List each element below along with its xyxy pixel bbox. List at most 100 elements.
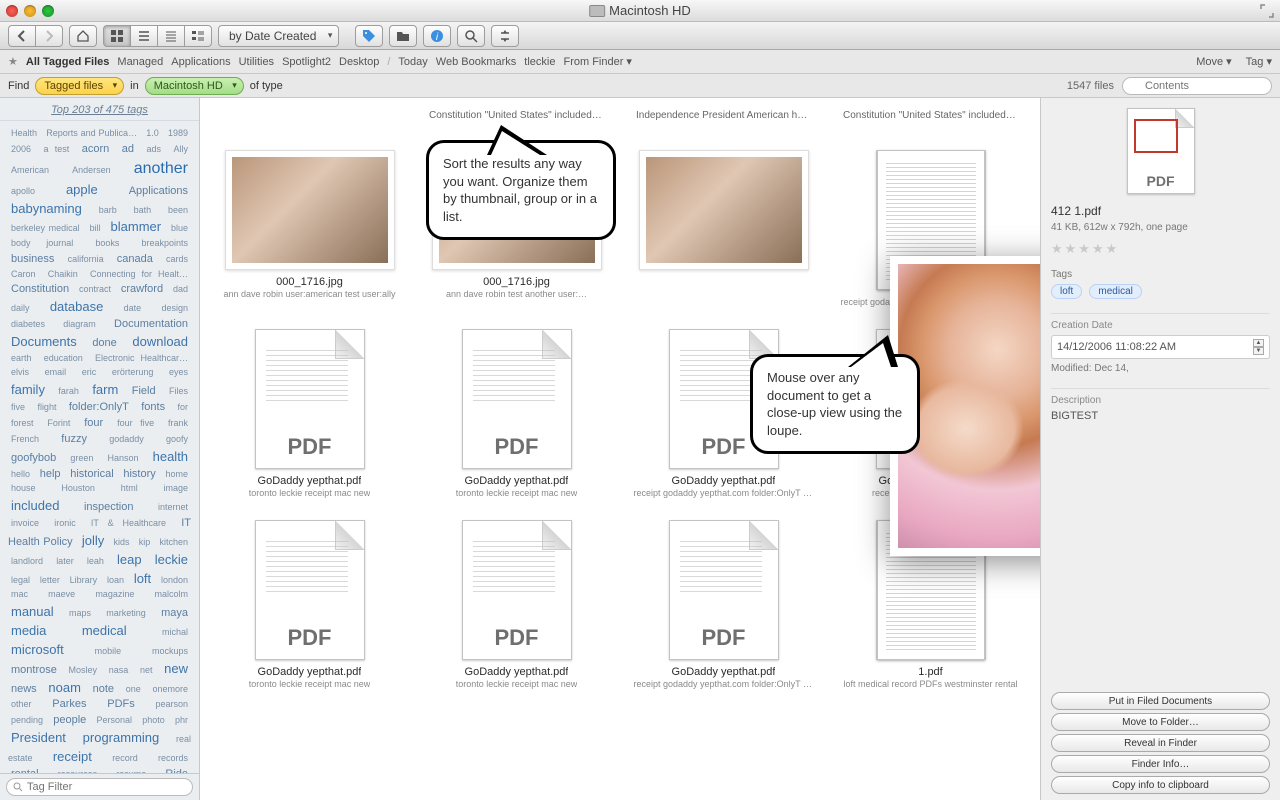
tag-item[interactable]: folder:OnlyT (69, 401, 129, 413)
tag-item[interactable]: Parkes (52, 698, 86, 710)
tag-item[interactable]: database (50, 299, 104, 314)
tag-item[interactable]: Houston (61, 483, 95, 493)
tag-chip[interactable]: loft (1051, 284, 1082, 299)
file-item[interactable]: PDFGoDaddy yepthat.pdftoronto leckie rec… (425, 329, 608, 498)
tag-item[interactable]: programming (83, 730, 160, 745)
sort-dropdown[interactable]: by Date Created (218, 25, 339, 47)
tag-item[interactable]: letter (40, 575, 60, 585)
tag-item[interactable]: noam (48, 680, 81, 695)
tag-item[interactable]: maps (69, 608, 91, 618)
loc-managed[interactable]: Managed (117, 56, 163, 68)
tag-item[interactable]: berkeley medical (11, 223, 80, 233)
tag-item[interactable]: hello (11, 469, 30, 479)
tag-item[interactable]: Connecting for Healt… (90, 269, 188, 279)
tag-item[interactable]: leckie (155, 552, 188, 567)
tag-item[interactable]: download (132, 334, 188, 349)
file-item[interactable]: PDFGoDaddy yepthat.pdftoronto leckie rec… (218, 329, 401, 498)
column-view-button[interactable] (157, 25, 184, 47)
loc-all-tagged[interactable]: All Tagged Files (26, 56, 110, 68)
tag-item[interactable]: done (92, 337, 116, 349)
tag-item[interactable]: phr (175, 715, 188, 725)
tag-item[interactable]: body journal (11, 238, 73, 248)
tag-item[interactable]: Library (70, 575, 98, 585)
tag-item[interactable]: Chaikin (48, 269, 78, 279)
tag-item[interactable]: record (112, 753, 138, 763)
tag-item[interactable]: flight (37, 402, 56, 412)
tag-item[interactable]: French (11, 434, 39, 444)
tag-item[interactable]: 1.0 (146, 128, 159, 138)
tag-item[interactable]: help (40, 468, 61, 480)
loc-spotlight2[interactable]: Spotlight2 (282, 56, 331, 68)
tag-item[interactable]: President (11, 730, 66, 745)
tag-item[interactable]: date (124, 303, 142, 313)
tag-item[interactable]: maya (161, 607, 188, 619)
tag-item[interactable]: been (168, 205, 188, 215)
tag-button[interactable] (355, 25, 383, 47)
tag-item[interactable]: marketing (106, 608, 146, 618)
loc-tleckie[interactable]: tleckie (524, 56, 555, 68)
tag-item[interactable]: kip (139, 537, 151, 547)
loc-desktop[interactable]: Desktop (339, 56, 379, 68)
info-button[interactable]: i (423, 25, 451, 47)
tag-item[interactable]: breakpoints (141, 238, 188, 248)
tag-item[interactable]: frank (168, 418, 188, 428)
inspector-action-button[interactable]: Finder Info… (1051, 755, 1270, 773)
tag-filter-input[interactable] (6, 778, 193, 796)
tag-item[interactable]: pending (11, 715, 43, 725)
tag-item[interactable]: farm (92, 382, 118, 397)
tag-item[interactable]: jolly (82, 533, 104, 548)
tag-item[interactable]: fonts (141, 401, 165, 413)
tag-item[interactable]: blue (171, 223, 188, 233)
tag-item[interactable]: microsoft (11, 642, 64, 657)
tag-item[interactable]: malcolm (154, 589, 188, 599)
tag-item[interactable]: leap (117, 552, 142, 567)
tag-item[interactable]: note (93, 683, 114, 695)
tag-item[interactable]: Documentation (114, 318, 188, 330)
tag-item[interactable]: 2006 (11, 144, 31, 154)
tag-item[interactable]: PDFs (107, 698, 135, 710)
tag-item[interactable]: blammer (111, 219, 162, 234)
tag-item[interactable]: landlord (11, 556, 43, 566)
tag-item[interactable]: ads (146, 144, 161, 154)
tag-chip[interactable]: medical (1089, 284, 1141, 299)
tag-item[interactable]: loft (134, 571, 151, 586)
tag-item[interactable]: four (84, 417, 103, 429)
tag-item[interactable]: Applications (129, 185, 188, 197)
tag-item[interactable]: family (11, 382, 45, 397)
tag-item[interactable]: historical (70, 468, 113, 480)
tag-item[interactable]: included (11, 498, 59, 513)
tag-item[interactable]: erörterung (112, 367, 154, 377)
tag-item[interactable]: goofy (166, 434, 188, 444)
tag-item[interactable]: kids (114, 537, 130, 547)
tag-item[interactable]: four five (117, 418, 154, 428)
close-window-button[interactable] (6, 5, 18, 17)
tag-item[interactable]: acorn (82, 143, 110, 155)
tag-item[interactable]: london (161, 575, 188, 585)
tag-item[interactable]: Caron (11, 269, 36, 279)
tag-item[interactable]: goofybob (11, 452, 56, 464)
tag-item[interactable]: bill (90, 223, 101, 233)
tag-item[interactable]: html (121, 483, 138, 493)
tag-item[interactable]: elvis (11, 367, 29, 377)
tag-item[interactable]: another (134, 160, 188, 177)
loc-fromfinder[interactable]: From Finder ▾ (563, 55, 631, 68)
find-pill-location[interactable]: Macintosh HD (145, 77, 244, 95)
home-button[interactable] (69, 25, 97, 47)
creation-date-field[interactable]: 14/12/2006 11:08:22 AM ▲▼ (1051, 335, 1270, 359)
tag-item[interactable]: Forint (47, 418, 70, 428)
inspector-action-button[interactable]: Reveal in Finder (1051, 734, 1270, 752)
inspector-action-button[interactable]: Put in Filed Documents (1051, 692, 1270, 710)
tag-item[interactable]: apple (66, 182, 98, 197)
tag-item[interactable]: godaddy (109, 434, 144, 444)
action-button[interactable] (491, 25, 519, 47)
tag-item[interactable]: diagram (63, 319, 96, 329)
tag-item[interactable]: Andersen (72, 165, 111, 175)
tag-item[interactable]: later (56, 556, 74, 566)
tag-item[interactable]: diabetes (11, 319, 45, 329)
date-stepper[interactable]: ▲▼ (1253, 339, 1264, 355)
tag-item[interactable]: pearson (155, 699, 188, 709)
tag-item[interactable]: loan (107, 575, 124, 585)
tag-item[interactable]: apollo (11, 186, 35, 196)
folder-button[interactable] (389, 25, 417, 47)
tag-item[interactable]: records (158, 753, 188, 763)
